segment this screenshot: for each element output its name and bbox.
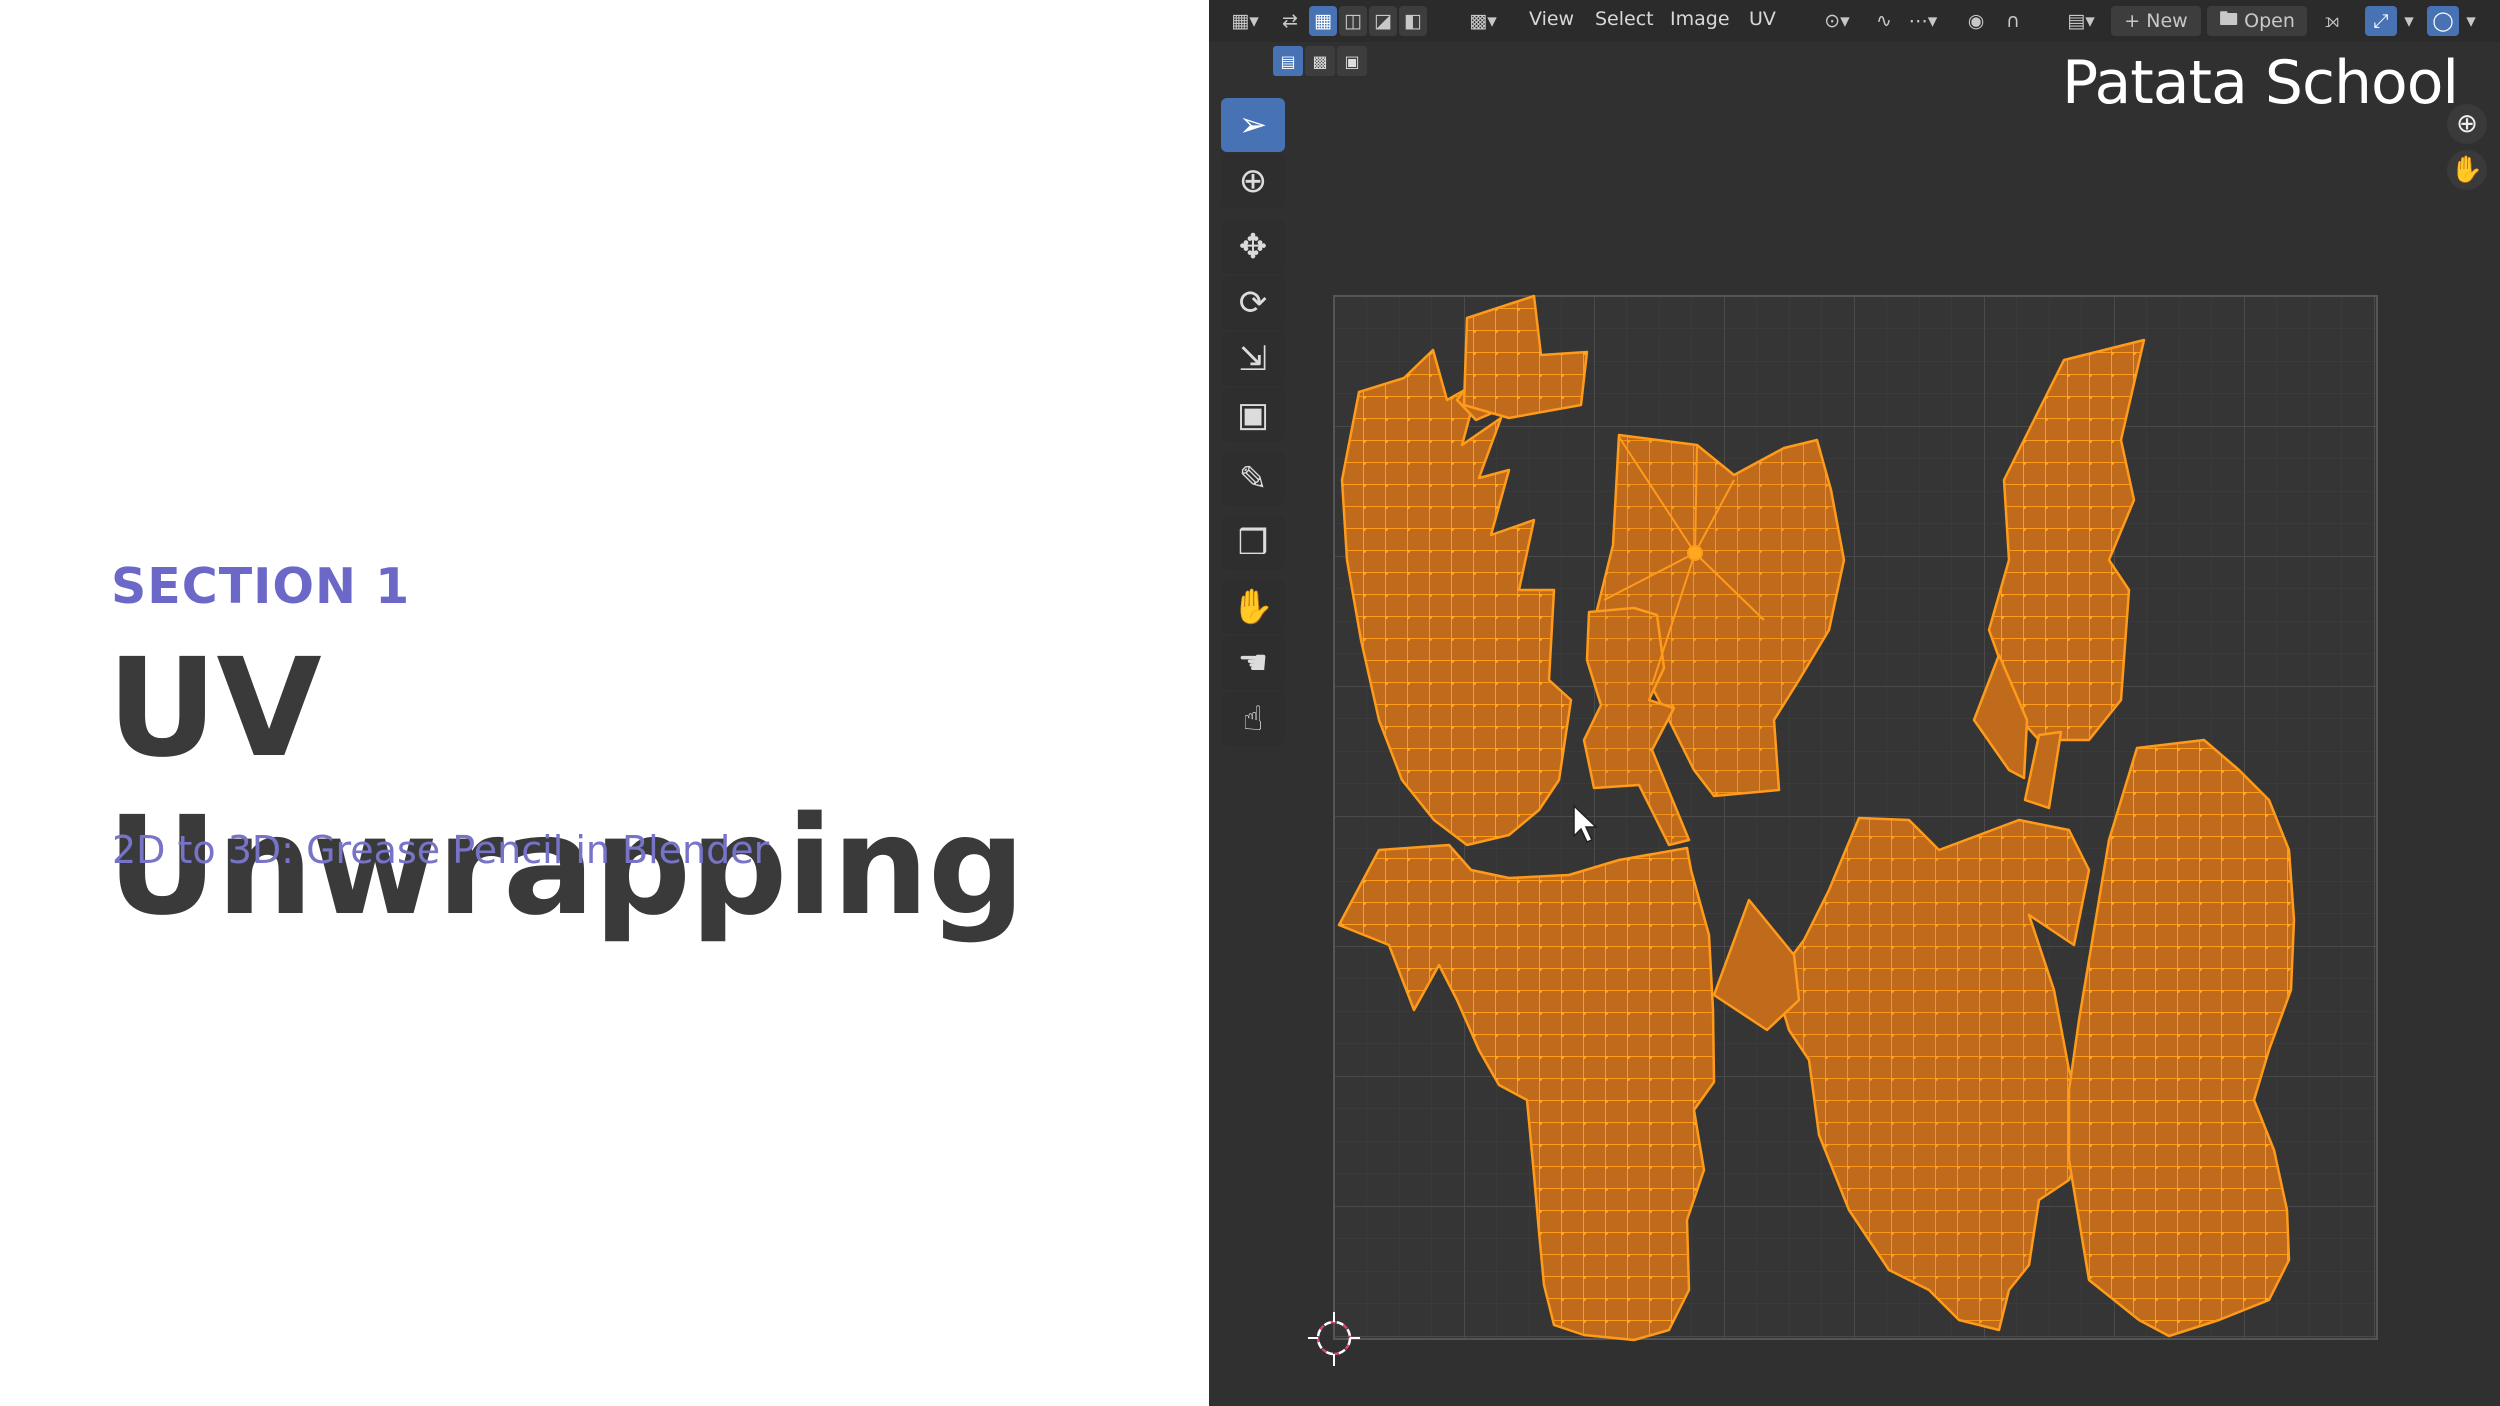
rip-region-icon[interactable]: ❒ xyxy=(1221,516,1285,570)
select-subtract-icon[interactable]: ▣ xyxy=(1337,46,1367,76)
gizmo-dropdown-icon[interactable]: ▾ xyxy=(2399,6,2419,36)
pivot-icon[interactable]: ⊙▾ xyxy=(1815,6,1859,36)
plus-icon: + xyxy=(2124,10,2147,32)
overlay-icon[interactable]: ◯ xyxy=(2427,6,2459,36)
snap-icon[interactable]: ∿ xyxy=(1869,6,1899,36)
zoom-icon[interactable]: ⊕ xyxy=(2447,104,2487,144)
editor-type-icon[interactable]: ▦▾ xyxy=(1223,6,1267,36)
sticky-select-icon[interactable]: ▩▾ xyxy=(1461,6,1505,36)
proportional-icon[interactable]: ◉ xyxy=(1961,6,1991,36)
menu-image[interactable]: Image xyxy=(1670,8,1730,30)
annotate-icon[interactable]: ✎ xyxy=(1221,452,1285,506)
edge-select-icon[interactable]: ◫ xyxy=(1339,6,1367,36)
blender-uv-editor: ▦▾ ⇄ ▦ ◫ ◪ ◧ ▩▾ View Select Image UV ⊙▾ … xyxy=(1209,0,2500,1406)
selection-mode-group: ▤ ▩ ▣ xyxy=(1273,46,1367,80)
open-image-button[interactable]: 🖿 Open xyxy=(2207,6,2307,36)
face-select-icon[interactable]: ◪ xyxy=(1369,6,1397,36)
transform-icon[interactable]: ▣ xyxy=(1221,388,1285,442)
editor-header: ▦▾ ⇄ ▦ ◫ ◪ ◧ ▩▾ View Select Image UV ⊙▾ … xyxy=(1209,0,2500,42)
falloff-icon[interactable]: ∩ xyxy=(1995,6,2031,36)
new-image-button[interactable]: + New xyxy=(2111,6,2201,36)
folder-icon: 🖿 xyxy=(2219,8,2245,30)
island-select-icon[interactable]: ◧ xyxy=(1399,6,1427,36)
select-box-icon[interactable]: ➢ xyxy=(1221,98,1285,152)
scale-icon[interactable]: ⇲ xyxy=(1221,332,1285,386)
overlay-dropdown-icon[interactable]: ▾ xyxy=(2461,6,2481,36)
open-button-label: Open xyxy=(2244,10,2295,32)
slide-subtitle: 2D to 3D: Grease Pencil in Blender xyxy=(112,828,770,872)
image-browse-icon[interactable]: ▤▾ xyxy=(2059,6,2103,36)
grab-icon[interactable]: ✋ xyxy=(1221,580,1285,634)
section-label: SECTION 1 xyxy=(111,558,411,615)
select-new-icon[interactable]: ▤ xyxy=(1273,46,1303,76)
rotate-icon[interactable]: ⟳ xyxy=(1221,276,1285,330)
move-icon[interactable]: ✥ xyxy=(1221,220,1285,274)
snap-target-icon[interactable]: ⋯▾ xyxy=(1901,6,1945,36)
relax-icon[interactable]: ☚ xyxy=(1221,636,1285,690)
menu-select[interactable]: Select xyxy=(1595,8,1654,30)
slide-title: UV Unwrapping xyxy=(107,630,1025,946)
cursor-icon[interactable]: ⊕ xyxy=(1221,154,1285,208)
menu-uv[interactable]: UV xyxy=(1749,8,1776,30)
uv-viewport[interactable] xyxy=(1209,0,2500,1406)
pin-icon[interactable]: ⟕ xyxy=(2317,6,2347,36)
watermark: Patata School xyxy=(2062,48,2459,118)
pan-hand-icon[interactable]: ✋ xyxy=(2447,150,2487,190)
pinch-icon[interactable]: ☝ xyxy=(1221,692,1285,746)
sync-selection-icon[interactable]: ⇄ xyxy=(1275,6,1305,36)
vertex-select-icon[interactable]: ▦ xyxy=(1309,6,1337,36)
gizmo-icon[interactable]: ⤢ xyxy=(2365,6,2397,36)
title-slide-panel: SECTION 1 UV Unwrapping 2D to 3D: Grease… xyxy=(0,0,1209,1406)
menu-view[interactable]: View xyxy=(1529,8,1574,30)
select-extend-icon[interactable]: ▩ xyxy=(1305,46,1335,76)
new-button-label: New xyxy=(2146,10,2188,32)
